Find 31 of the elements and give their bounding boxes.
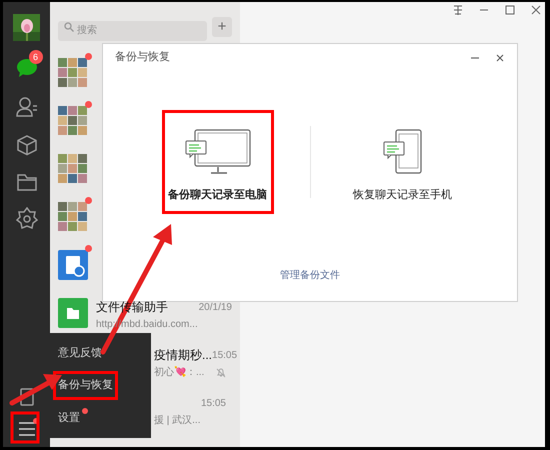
- manage-backups-link[interactable]: 管理备份文件: [280, 268, 340, 283]
- close-icon[interactable]: [495, 52, 505, 62]
- unread-badge: 6: [28, 50, 42, 64]
- pin-icon[interactable]: [451, 4, 465, 16]
- backup-to-computer-button[interactable]: 备份聊天记录至电脑: [162, 110, 274, 214]
- phone-icon[interactable]: [20, 388, 34, 406]
- maximize-icon[interactable]: [503, 4, 517, 16]
- menu-item[interactable]: 意见反馈: [53, 338, 107, 368]
- chat-time: 20/1/19: [198, 300, 232, 314]
- chat-time: 15:05: [212, 348, 238, 362]
- search-icon: [64, 22, 74, 32]
- menu-item[interactable]: 设置: [53, 404, 85, 432]
- phone-icon: [382, 128, 422, 174]
- close-icon[interactable]: [529, 4, 543, 16]
- chat-time: 15:05: [200, 396, 226, 410]
- computer-icon: [184, 128, 250, 174]
- search-field[interactable]: 搜索: [58, 20, 207, 40]
- restore-to-phone-button[interactable]: 恢复聊天记录至手机: [346, 110, 458, 214]
- chat-preview: 援 | 武汉...: [154, 414, 200, 428]
- folder-icon[interactable]: [16, 172, 38, 192]
- add-button[interactable]: +: [212, 17, 232, 37]
- highlight-box: [10, 412, 40, 444]
- menu-icon[interactable]: [16, 420, 36, 438]
- document-icon: [58, 250, 88, 280]
- contacts-icon[interactable]: [16, 96, 38, 118]
- cube-icon[interactable]: [16, 134, 38, 156]
- settings-icon[interactable]: [16, 207, 38, 229]
- chat-preview: 初心💘：...: [154, 365, 204, 380]
- chat-title: 疫情期秒...: [154, 347, 212, 364]
- dialog-title: 备份与恢复: [115, 50, 170, 66]
- folder-icon: [58, 298, 88, 328]
